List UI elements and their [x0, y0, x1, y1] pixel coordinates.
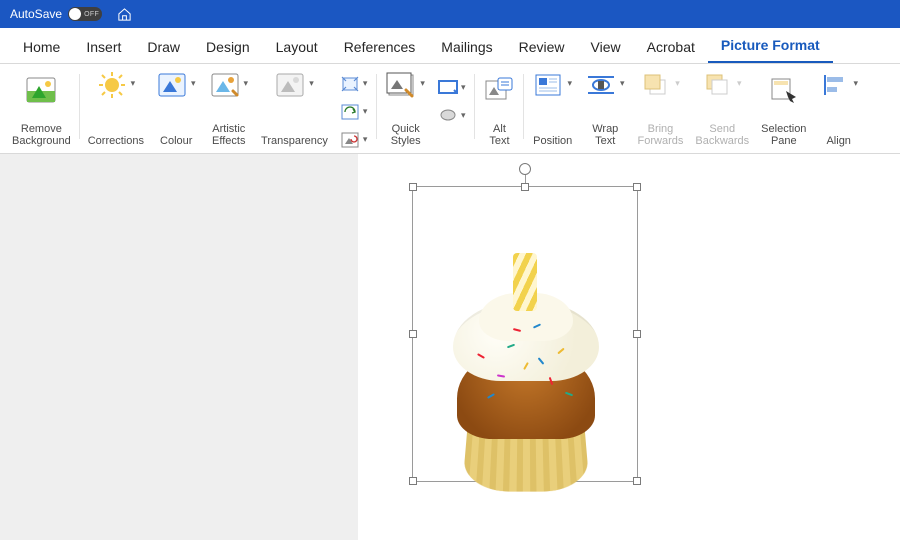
chevron-down-icon: ▾	[674, 78, 681, 89]
compress-icon	[340, 74, 360, 94]
chevron-down-icon: ▾	[190, 78, 197, 89]
quick-styles-label: Quick Styles	[391, 123, 421, 151]
tab-mailings[interactable]: Mailings	[428, 31, 505, 63]
resize-handle[interactable]	[633, 330, 641, 338]
position-label: Position	[533, 135, 572, 151]
tab-review[interactable]: Review	[506, 31, 578, 63]
send-backwards-button[interactable]: ▾ Send Backwards	[689, 68, 755, 153]
corrections-label: Corrections	[88, 135, 144, 151]
remove-background-button[interactable]: Remove Background	[6, 68, 77, 153]
selection-pane-button[interactable]: Selection Pane	[755, 68, 812, 153]
resize-handle[interactable]	[633, 183, 641, 191]
picture-effects-icon	[438, 105, 458, 125]
tab-home[interactable]: Home	[10, 31, 73, 63]
transparency-label: Transparency	[261, 135, 328, 151]
tab-references[interactable]: References	[331, 31, 429, 63]
picture-style-mini: ▾ ▾	[432, 68, 473, 153]
position-button[interactable]: ▾ Position	[526, 68, 579, 153]
autosave-label: AutoSave	[10, 7, 62, 21]
chevron-down-icon: ▾	[852, 78, 859, 89]
resize-handle[interactable]	[409, 183, 417, 191]
chevron-down-icon: ▾	[460, 110, 467, 121]
align-label: Align	[826, 135, 850, 151]
align-button[interactable]: ▾ Align	[812, 68, 865, 153]
artistic-label: Artistic Effects	[212, 123, 245, 151]
artistic-effects-button[interactable]: ▾ Artistic Effects	[203, 68, 256, 153]
alt-text-label: Alt Text	[489, 123, 509, 151]
autosave-state: OFF	[84, 11, 99, 18]
chevron-down-icon: ▾	[460, 82, 467, 93]
selected-picture[interactable]	[447, 265, 605, 491]
tab-design[interactable]: Design	[193, 31, 263, 63]
bring-forwards-button[interactable]: ▾ Bring Forwards	[632, 68, 690, 153]
resize-handle[interactable]	[521, 183, 529, 191]
rotate-handle[interactable]	[519, 163, 531, 175]
chevron-down-icon: ▾	[362, 134, 369, 145]
picture-border-button[interactable]: ▾	[438, 74, 467, 100]
reset-picture-icon	[340, 130, 360, 150]
wrap-text-label: Wrap Text	[592, 123, 618, 151]
ribbon-tabs: Home Insert Draw Design Layout Reference…	[0, 28, 900, 64]
quick-styles-icon	[385, 69, 417, 101]
selection-pane-icon	[768, 74, 800, 106]
compress-pictures-button[interactable]: ▾	[340, 71, 369, 97]
send-backward-icon	[702, 69, 734, 101]
remove-bg-label: Remove Background	[12, 123, 71, 151]
reset-picture-button[interactable]: ▾	[340, 127, 369, 153]
chevron-down-icon: ▾	[308, 78, 315, 89]
transparency-icon	[274, 69, 306, 101]
colour-label: Colour	[160, 135, 192, 151]
bring-forwards-label: Bring Forwards	[638, 123, 684, 151]
tab-draw[interactable]: Draw	[134, 31, 193, 63]
document-canvas[interactable]	[0, 154, 900, 540]
chevron-down-icon: ▾	[362, 106, 369, 117]
resize-handle[interactable]	[409, 330, 417, 338]
chevron-down-icon: ▾	[362, 78, 369, 89]
corrections-button[interactable]: ▾ Corrections	[82, 68, 150, 153]
wrap-text-button[interactable]: ▾ Wrap Text	[579, 68, 632, 153]
change-picture-icon	[340, 102, 360, 122]
home-icon[interactable]	[116, 6, 132, 22]
resize-handle[interactable]	[409, 477, 417, 485]
chevron-down-icon: ▾	[619, 78, 626, 89]
chevron-down-icon: ▾	[566, 78, 573, 89]
corrections-icon	[96, 69, 128, 101]
picture-effects-button[interactable]: ▾	[438, 102, 467, 128]
selection-pane-label: Selection Pane	[761, 123, 806, 151]
chevron-down-icon: ▾	[736, 78, 743, 89]
tab-acrobat[interactable]: Acrobat	[634, 31, 708, 63]
title-bar: AutoSave OFF	[0, 0, 900, 28]
chevron-down-icon: ▾	[419, 78, 426, 89]
tab-picture-format[interactable]: Picture Format	[708, 29, 833, 63]
tab-insert[interactable]: Insert	[73, 31, 134, 63]
send-backwards-label: Send Backwards	[695, 123, 749, 151]
resize-handle[interactable]	[633, 477, 641, 485]
quick-styles-button[interactable]: ▾ Quick Styles	[379, 68, 432, 153]
chevron-down-icon: ▾	[243, 78, 250, 89]
change-picture-button[interactable]: ▾	[340, 99, 369, 125]
bring-forward-icon	[640, 69, 672, 101]
chevron-down-icon: ▾	[130, 78, 137, 89]
autosave-toggle[interactable]: OFF	[68, 7, 102, 21]
colour-button[interactable]: ▾ Colour	[150, 68, 203, 153]
ribbon: Remove Background ▾ Corrections ▾ Colour…	[0, 64, 900, 154]
alt-text-icon	[483, 74, 515, 106]
tab-view[interactable]: View	[578, 31, 634, 63]
transparency-button[interactable]: ▾ Transparency	[255, 68, 334, 153]
wrap-text-icon	[585, 69, 617, 101]
alt-text-button[interactable]: Alt Text	[477, 68, 521, 153]
tab-layout[interactable]: Layout	[263, 31, 331, 63]
colour-icon	[156, 69, 188, 101]
remove-bg-icon	[25, 74, 57, 106]
align-icon	[818, 69, 850, 101]
picture-border-icon	[438, 77, 458, 97]
picture-selection-box[interactable]	[412, 186, 638, 482]
autosave-control[interactable]: AutoSave OFF	[10, 7, 102, 21]
position-icon	[532, 69, 564, 101]
picture-tools-mini: ▾ ▾ ▾	[334, 68, 375, 153]
artistic-icon	[209, 69, 241, 101]
